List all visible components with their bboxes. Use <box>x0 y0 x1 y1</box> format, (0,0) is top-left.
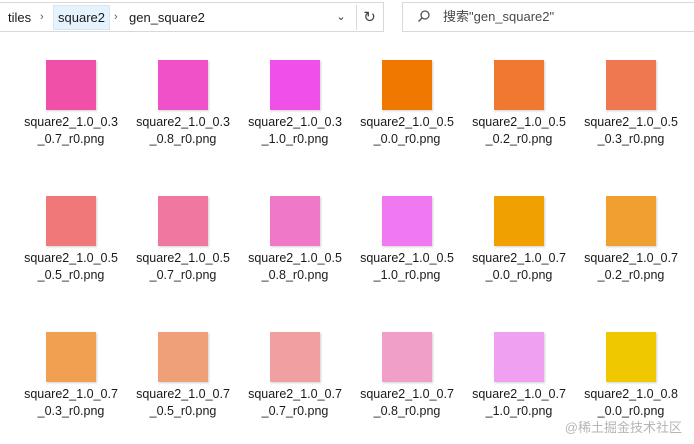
file-name: square2_1.0_0.8 _0.0_r0.png <box>584 387 678 418</box>
file-thumbnail <box>606 332 656 382</box>
file-name: square2_1.0_0.5 _0.3_r0.png <box>584 115 678 146</box>
chevron-right-icon[interactable]: › <box>40 5 44 30</box>
file-thumbnail <box>606 60 656 110</box>
file-thumbnail <box>158 332 208 382</box>
chevron-down-icon[interactable]: ⌄ <box>330 5 352 30</box>
breadcrumb-square2[interactable]: square2 <box>53 5 110 30</box>
file-item[interactable]: square2_1.0_0.7 _1.0_r0.png <box>469 308 569 418</box>
file-item[interactable]: square2_1.0_0.7 _0.8_r0.png <box>357 308 457 418</box>
file-name: square2_1.0_0.3 _1.0_r0.png <box>248 115 342 146</box>
file-item[interactable]: square2_1.0_0.7 _0.0_r0.png <box>469 172 569 282</box>
file-thumbnail <box>494 332 544 382</box>
search-icon <box>418 10 430 22</box>
file-name: square2_1.0_0.7 _0.0_r0.png <box>472 251 566 282</box>
file-item[interactable]: square2_1.0_0.7 _0.7_r0.png <box>245 308 345 418</box>
file-item[interactable]: square2_1.0_0.5 _0.2_r0.png <box>469 36 569 146</box>
file-name: square2_1.0_0.7 _0.5_r0.png <box>136 387 230 418</box>
file-name: square2_1.0_0.7 _1.0_r0.png <box>472 387 566 418</box>
search-box[interactable]: 搜索"gen_square2" <box>402 2 694 32</box>
file-name: square2_1.0_0.5 _0.2_r0.png <box>472 115 566 146</box>
file-name: square2_1.0_0.5 _0.8_r0.png <box>248 251 342 282</box>
file-thumbnail <box>382 60 432 110</box>
file-thumbnail <box>494 60 544 110</box>
file-name: square2_1.0_0.3 _0.8_r0.png <box>136 115 230 146</box>
file-thumbnail <box>270 60 320 110</box>
file-name: square2_1.0_0.7 _0.2_r0.png <box>584 251 678 282</box>
file-thumbnail <box>46 196 96 246</box>
file-item[interactable]: square2_1.0_0.5 _0.5_r0.png <box>21 172 121 282</box>
breadcrumb-tiles[interactable]: tiles <box>8 5 31 30</box>
search-input[interactable]: 搜索"gen_square2" <box>443 3 554 31</box>
file-item[interactable]: square2_1.0_0.7 _0.2_r0.png <box>581 172 681 282</box>
file-item[interactable]: square2_1.0_0.5 _0.0_r0.png <box>357 36 457 146</box>
file-item[interactable]: square2_1.0_0.3 _0.7_r0.png <box>21 36 121 146</box>
file-name: square2_1.0_0.7 _0.7_r0.png <box>248 387 342 418</box>
watermark: @稀土掘金技术社区 <box>564 420 682 435</box>
explorer-toolbar: tiles › square2 › gen_square2 ⌄ ↻ 搜索"gen… <box>0 0 694 36</box>
file-thumbnail <box>494 196 544 246</box>
file-name: square2_1.0_0.5 _0.5_r0.png <box>24 251 118 282</box>
breadcrumb-gen-square2[interactable]: gen_square2 <box>129 5 205 30</box>
file-grid: square2_1.0_0.3 _0.7_r0.png square2_1.0_0… <box>0 36 694 444</box>
refresh-icon[interactable]: ↻ <box>356 5 382 30</box>
file-thumbnail <box>606 196 656 246</box>
file-thumbnail <box>46 332 96 382</box>
file-name: square2_1.0_0.3 _0.7_r0.png <box>24 115 118 146</box>
file-thumbnail <box>158 60 208 110</box>
file-thumbnail <box>270 332 320 382</box>
chevron-right-icon[interactable]: › <box>114 5 118 30</box>
file-item[interactable]: square2_1.0_0.5 _0.3_r0.png <box>581 36 681 146</box>
file-item[interactable]: square2_1.0_0.3 _0.8_r0.png <box>133 36 233 146</box>
file-name: square2_1.0_0.7 _0.8_r0.png <box>360 387 454 418</box>
file-item[interactable]: square2_1.0_0.5 _0.7_r0.png <box>133 172 233 282</box>
file-thumbnail <box>158 196 208 246</box>
file-item[interactable]: square2_1.0_0.3 _1.0_r0.png <box>245 36 345 146</box>
file-name: square2_1.0_0.5 _0.0_r0.png <box>360 115 454 146</box>
file-thumbnail <box>382 196 432 246</box>
address-bar[interactable]: tiles › square2 › gen_square2 ⌄ ↻ <box>0 2 384 32</box>
file-name: square2_1.0_0.7 _0.3_r0.png <box>24 387 118 418</box>
file-thumbnail <box>270 196 320 246</box>
file-item[interactable]: square2_1.0_0.5 _0.8_r0.png <box>245 172 345 282</box>
file-item[interactable]: square2_1.0_0.8 _0.0_r0.png <box>581 308 681 418</box>
file-item[interactable]: square2_1.0_0.5 _1.0_r0.png <box>357 172 457 282</box>
file-name: square2_1.0_0.5 _1.0_r0.png <box>360 251 454 282</box>
file-item[interactable]: square2_1.0_0.7 _0.3_r0.png <box>21 308 121 418</box>
file-thumbnail <box>46 60 96 110</box>
file-thumbnail <box>382 332 432 382</box>
file-item[interactable]: square2_1.0_0.7 _0.5_r0.png <box>133 308 233 418</box>
file-name: square2_1.0_0.5 _0.7_r0.png <box>136 251 230 282</box>
